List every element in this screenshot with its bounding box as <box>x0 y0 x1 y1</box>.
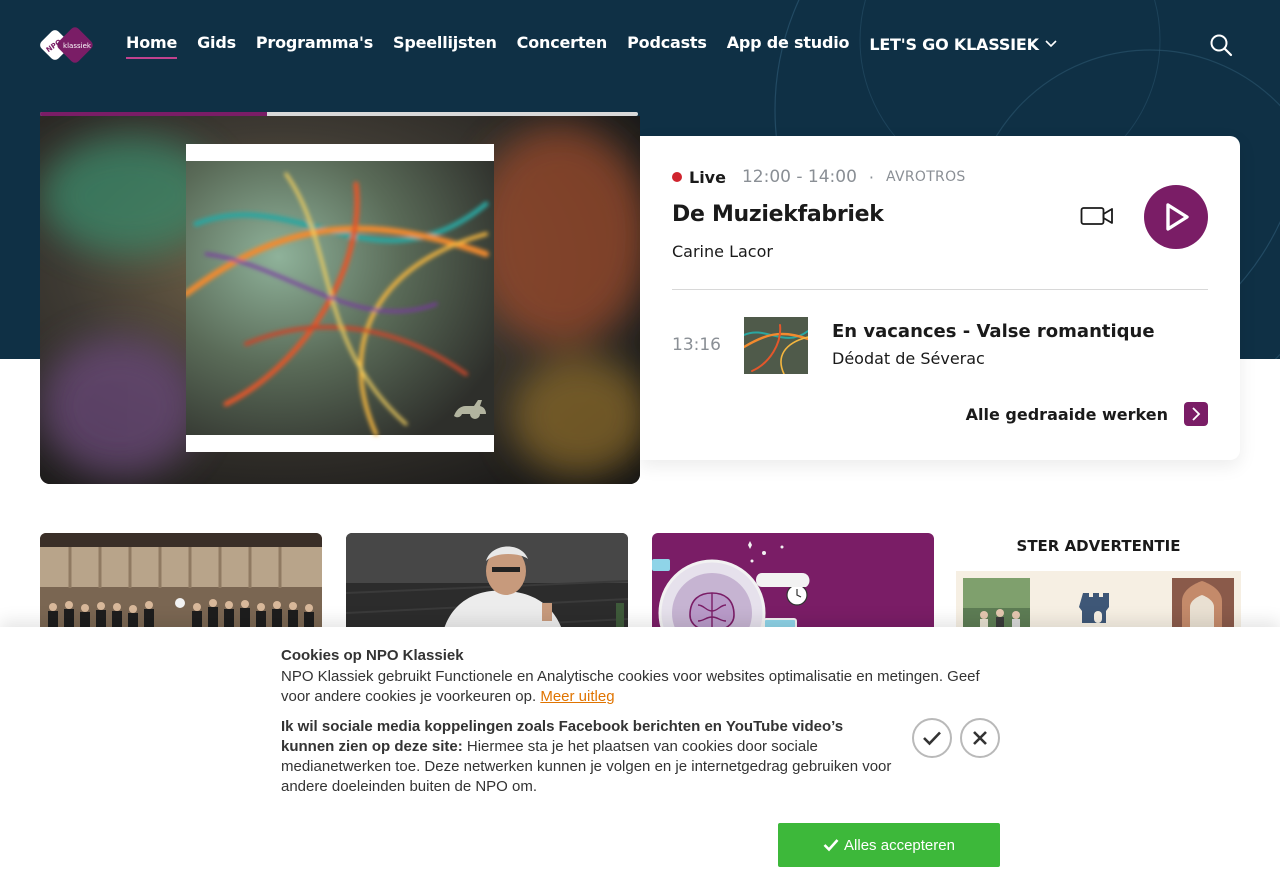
divider <box>672 289 1208 290</box>
npo-klassiek-logo[interactable]: NPO klassiek <box>40 26 96 64</box>
now-playing-info-card: Live 12:00 - 14:00 · AVROTROS De Muziekf… <box>640 136 1240 460</box>
checkmark-icon <box>923 731 941 746</box>
nav-item-app-de-studio[interactable]: App de studio <box>727 33 850 54</box>
cookie-description-text: NPO Klassiek gebruikt Functionele en Ana… <box>281 668 980 705</box>
main-navigation: NPO klassiek Home Gids Programma's Speel… <box>0 0 1280 90</box>
accept-all-button[interactable]: Alles accepteren <box>778 823 1000 867</box>
track-composer: Déodat de Séverac <box>832 349 985 368</box>
social-media-consent-text: Ik wil sociale media koppelingen zoals F… <box>281 717 893 797</box>
track-thumbnail[interactable] <box>744 317 808 374</box>
broadcast-time: 12:00 - 14:00 <box>741 167 857 187</box>
nav-item-gids[interactable]: Gids <box>197 33 236 54</box>
video-camera-icon[interactable] <box>1080 204 1114 228</box>
search-icon[interactable] <box>1208 32 1234 58</box>
track-time: 13:16 <box>672 335 721 355</box>
nav-item-speellijsten[interactable]: Speellijsten <box>393 33 497 54</box>
play-icon <box>1166 203 1189 231</box>
chevron-right-icon <box>1184 402 1208 426</box>
cookie-title: Cookies op NPO Klassiek <box>281 647 464 664</box>
accept-all-label: Alles accepteren <box>844 836 955 854</box>
presenter-name: Carine Lacor <box>672 242 773 261</box>
more-info-link[interactable]: Meer uitleg <box>540 688 614 705</box>
all-played-works-link[interactable]: Alle gedraaide werken <box>966 402 1208 426</box>
ad-title: STER ADVERTENTIE <box>1016 537 1181 555</box>
nav-item-concerten[interactable]: Concerten <box>517 33 608 54</box>
nav-item-label: LET'S GO KLASSIEK <box>869 35 1039 54</box>
now-playing-cover <box>40 116 640 484</box>
live-label: Live <box>689 167 726 187</box>
reject-social-button[interactable] <box>960 718 1000 758</box>
live-row: Live 12:00 - 14:00 · AVROTROS <box>672 167 966 187</box>
separator-dot: · <box>868 167 874 187</box>
close-icon <box>973 731 987 745</box>
nav-item-home[interactable]: Home <box>126 33 177 59</box>
cookie-description: NPO Klassiek gebruikt Functionele en Ana… <box>281 667 991 707</box>
play-button[interactable] <box>1144 185 1208 249</box>
all-works-label: Alle gedraaide werken <box>965 404 1168 424</box>
album-cover <box>183 144 494 452</box>
nav-item-programmas[interactable]: Programma's <box>256 33 373 54</box>
checkmark-icon <box>823 839 839 852</box>
nav-item-podcasts[interactable]: Podcasts <box>627 33 707 54</box>
broadcaster-label: AVROTROS <box>886 169 966 185</box>
nav-item-lets-go-klassiek[interactable]: LET'S GO KLASSIEK <box>869 33 1057 54</box>
nav-items: Home Gids Programma's Speellijsten Conce… <box>126 33 1077 59</box>
accept-social-button[interactable] <box>912 718 952 758</box>
track-title[interactable]: En vacances - Valse romantique <box>832 321 1155 342</box>
cookie-banner: Cookies op NPO Klassiek NPO Klassiek geb… <box>0 627 1280 887</box>
show-title[interactable]: De Muziekfabriek <box>672 202 884 227</box>
chevron-down-icon <box>1045 33 1057 52</box>
svg-text:klassiek: klassiek <box>63 42 92 50</box>
live-indicator-dot <box>672 172 682 182</box>
